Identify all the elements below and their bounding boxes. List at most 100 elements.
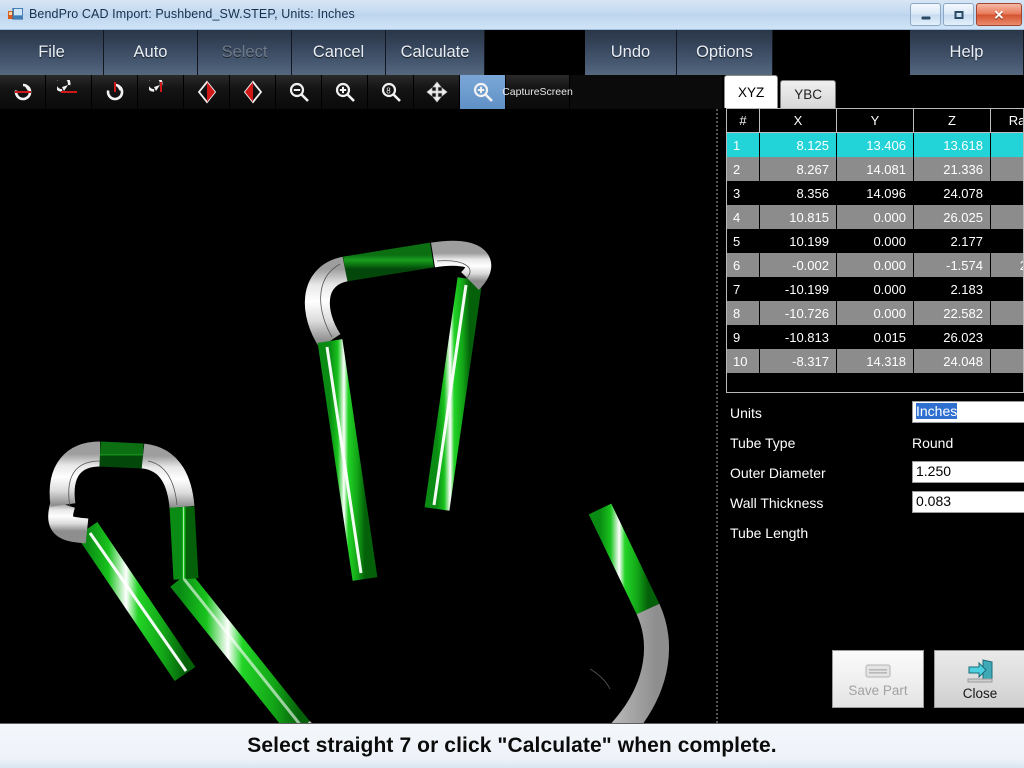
cell-index: 4 (727, 205, 760, 229)
cell-radius: 3.000 (990, 301, 1023, 325)
menu-item-calculate[interactable]: Calculate (386, 30, 485, 75)
property-label-tube-type: Tube Type (730, 435, 796, 451)
tab-ybc[interactable]: YBC (780, 80, 837, 108)
cell-y: 0.015 (836, 325, 914, 349)
property-row: Tube Type Round (726, 430, 1024, 460)
cell-x: -8.317 (759, 349, 837, 373)
zoom-point-icon (473, 82, 493, 102)
cell-z: 2.183 (913, 277, 991, 301)
rotate-ccw-y-button[interactable] (138, 75, 184, 109)
cell-z: 21.336 (913, 157, 991, 181)
rotate-cw-y-icon (106, 82, 123, 101)
cell-x: 8.125 (759, 132, 837, 157)
tube-properties-panel: Units Inches Tube Type Round Outer Diameter 1… (726, 400, 1024, 665)
cell-x: -10.813 (759, 325, 837, 349)
zoom-in-icon (335, 82, 355, 102)
column-header-z[interactable]: Z (913, 109, 991, 133)
cell-radius: 3.000 (990, 205, 1023, 229)
pan-move-button[interactable] (414, 75, 460, 109)
column-header-index[interactable]: # (727, 109, 760, 133)
rotate-right-x-button[interactable] (0, 75, 46, 109)
3d-viewport[interactable]: Origin Z (0, 109, 718, 723)
cell-radius: 3.000 (990, 277, 1023, 301)
property-label-units: Units (730, 405, 762, 421)
table-row[interactable]: 8-10.7260.00022.5823.000 (727, 301, 1023, 325)
close-icon: ✕ (993, 7, 1005, 22)
cell-x: 8.356 (759, 181, 837, 205)
cell-index: 5 (727, 229, 760, 253)
property-label-outer-diameter: Outer Diameter (730, 465, 826, 481)
property-row: Tube Length (726, 520, 1024, 550)
property-row: Outer Diameter 1.250 (726, 460, 1024, 490)
table-row[interactable]: 9-10.8130.01526.0233.000 (727, 325, 1023, 349)
menu-item-file[interactable]: File (0, 30, 104, 75)
table-row[interactable]: 410.8150.00026.0253.000 (727, 205, 1023, 229)
flip-left-button[interactable] (184, 75, 230, 109)
table-row[interactable]: 18.12513.40613.6180.000 (727, 132, 1023, 157)
menu-item-help[interactable]: Help (910, 30, 1024, 75)
cell-index: 6 (727, 253, 760, 277)
cell-index: 3 (727, 181, 760, 205)
cell-z: 24.078 (913, 181, 991, 205)
minimize-button[interactable] (910, 3, 941, 26)
column-header-x[interactable]: X (759, 109, 837, 133)
property-label-wall-thickness: Wall Thickness (730, 495, 824, 511)
cell-x: 10.199 (759, 229, 837, 253)
cell-radius: 3.000 (990, 229, 1023, 253)
flip-left-icon (197, 80, 216, 104)
cell-index: 1 (727, 132, 760, 157)
property-input-units[interactable]: Inches (912, 401, 1024, 423)
table-row[interactable]: 6-0.0020.000-1.57424.000 (727, 253, 1023, 277)
cell-z: 13.618 (913, 132, 991, 157)
cell-radius: 24.000 (990, 253, 1023, 277)
cell-z: 26.023 (913, 325, 991, 349)
window-title: BendPro CAD Import: Pushbend_SW.STEP, Un… (29, 7, 355, 21)
cell-y: 0.000 (836, 301, 914, 325)
zoom-out-icon (289, 82, 309, 102)
cell-radius: 3.000 (990, 181, 1023, 205)
capture-screen-button[interactable]: Capture Screen (502, 75, 573, 109)
rotate-cw-y-button[interactable] (92, 75, 138, 109)
save-disk-icon (865, 664, 891, 677)
property-input-wall-thickness[interactable]: 0.083 (912, 491, 1024, 513)
menu-item-cancel[interactable]: Cancel (292, 30, 386, 75)
app-window-icon (8, 8, 23, 20)
maximize-button[interactable] (943, 3, 974, 26)
tab-xyz[interactable]: XYZ (724, 75, 779, 108)
view-toolbar: 8 Capture Screen (0, 75, 722, 109)
zoom-fit-button[interactable]: 8 (368, 75, 414, 109)
table-row[interactable]: 10-8.31714.31824.0483.000 (727, 349, 1023, 373)
svg-text:8: 8 (386, 86, 391, 95)
rotate-ccw-y-icon (148, 80, 162, 92)
capture-screen-label-line2: Screen (539, 85, 573, 98)
column-header-y[interactable]: Y (836, 109, 914, 133)
cell-index: 2 (727, 157, 760, 181)
cell-radius: 3.000 (990, 349, 1023, 373)
menu-item-auto[interactable]: Auto (104, 30, 198, 75)
cell-z: 22.582 (913, 301, 991, 325)
menu-item-undo[interactable]: Undo (585, 30, 677, 75)
rotate-left-x-button[interactable] (46, 75, 92, 109)
menu-item-options[interactable]: Options (677, 30, 773, 75)
zoom-out-button[interactable] (276, 75, 322, 109)
property-input-outer-diameter[interactable]: 1.250 (912, 461, 1024, 483)
coordinate-table-container[interactable]: #XYZRadius 18.12513.40613.6180.00028.267… (726, 108, 1024, 393)
table-row[interactable]: 38.35614.09624.0783.000 (727, 181, 1023, 205)
save-part-button[interactable]: Save Part (832, 650, 924, 708)
flip-right-button[interactable] (230, 75, 276, 109)
column-header-radius[interactable]: Radius (990, 109, 1023, 133)
close-window-button[interactable]: ✕ (976, 3, 1022, 26)
table-row[interactable]: 510.1990.0002.1773.000 (727, 229, 1023, 253)
cell-x: 10.815 (759, 205, 837, 229)
close-button[interactable]: Close (934, 650, 1024, 708)
table-row[interactable]: 7-10.1990.0002.1833.000 (727, 277, 1023, 301)
property-row: Wall Thickness 0.083 (726, 490, 1024, 520)
status-message: Select straight 7 or click "Calculate" w… (247, 734, 777, 757)
zoom-point-button[interactable] (460, 75, 506, 109)
pan-move-icon (425, 81, 448, 103)
table-row[interactable]: 28.26714.08121.3363.000 (727, 157, 1023, 181)
cell-y: 0.000 (836, 205, 914, 229)
cell-y: 14.096 (836, 181, 914, 205)
zoom-in-button[interactable] (322, 75, 368, 109)
menu-item-select: Select (198, 30, 292, 75)
